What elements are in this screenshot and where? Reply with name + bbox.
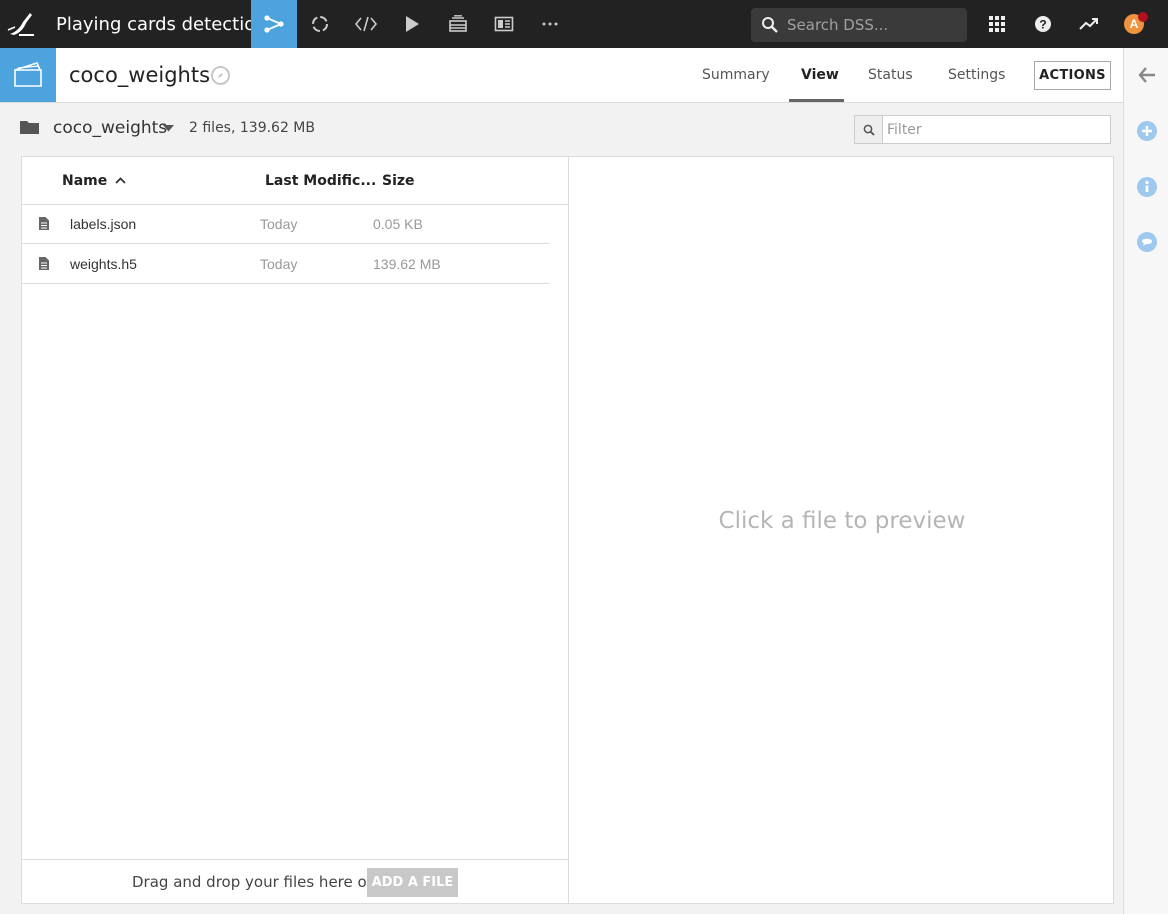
file-list-panel: Name Last Modific... Size labels.json To… bbox=[21, 156, 569, 904]
top-nav-bar: Playing cards detection Search DSS... ? … bbox=[0, 0, 1168, 48]
file-size: 0.05 KB bbox=[373, 216, 423, 232]
more-nav-button[interactable] bbox=[527, 0, 573, 48]
add-rail-button[interactable] bbox=[1136, 120, 1158, 142]
column-header-name[interactable]: Name bbox=[62, 173, 107, 189]
project-title[interactable]: Playing cards detection bbox=[56, 14, 267, 35]
more-icon bbox=[542, 22, 558, 26]
folder-object-icon bbox=[0, 48, 56, 102]
chat-circle-icon bbox=[1137, 232, 1157, 252]
file-preview-panel: Click a file to preview bbox=[568, 156, 1114, 904]
add-file-button[interactable]: ADD A FILE bbox=[367, 868, 458, 897]
table-row[interactable]: labels.json Today 0.05 KB bbox=[22, 204, 550, 244]
search-input[interactable] bbox=[787, 8, 963, 42]
recipes-nav-button[interactable] bbox=[297, 0, 343, 48]
file-size: 139.62 MB bbox=[373, 256, 441, 272]
stack-icon bbox=[449, 15, 467, 32]
help-button[interactable]: ? bbox=[1031, 12, 1055, 36]
file-modified: Today bbox=[260, 256, 298, 272]
file-name: weights.h5 bbox=[70, 256, 137, 272]
tab-summary[interactable]: Summary bbox=[702, 67, 770, 83]
table-row[interactable]: weights.h5 Today 139.62 MB bbox=[22, 244, 550, 284]
activity-button[interactable] bbox=[1077, 12, 1101, 36]
right-side-rail bbox=[1123, 48, 1168, 914]
folder-icon bbox=[20, 121, 39, 134]
discussions-rail-button[interactable] bbox=[1136, 231, 1158, 253]
file-filter bbox=[854, 115, 1111, 144]
code-nav-button[interactable] bbox=[343, 0, 389, 48]
filter-search-icon bbox=[855, 116, 883, 143]
dataiku-logo-icon[interactable] bbox=[6, 10, 38, 38]
trend-icon bbox=[1079, 18, 1098, 30]
tab-settings[interactable]: Settings bbox=[948, 67, 1005, 83]
file-name: labels.json bbox=[70, 216, 137, 232]
apps-grid-icon bbox=[989, 16, 1005, 32]
info-circle-icon bbox=[1137, 177, 1157, 197]
dashboard-icon bbox=[494, 16, 514, 32]
drop-zone-text: Drag and drop your files here or bbox=[132, 873, 373, 891]
compass-icon bbox=[211, 66, 230, 85]
file-drop-zone[interactable]: Drag and drop your files here or ADD A F… bbox=[22, 859, 568, 903]
active-tab-indicator bbox=[789, 99, 844, 102]
recycle-icon bbox=[312, 16, 328, 32]
flow-nav-button[interactable] bbox=[251, 0, 297, 48]
search-icon bbox=[762, 17, 778, 33]
folder-name-dropdown[interactable]: coco_weights bbox=[53, 118, 167, 138]
apps-button[interactable] bbox=[985, 12, 1009, 36]
global-search bbox=[751, 8, 967, 42]
caret-down-icon[interactable] bbox=[163, 125, 174, 132]
collapse-rail-button[interactable] bbox=[1136, 64, 1158, 86]
column-header-size[interactable]: Size bbox=[382, 173, 415, 189]
flow-icon bbox=[264, 15, 284, 33]
sort-ascending-icon[interactable] bbox=[115, 177, 126, 184]
filter-input[interactable] bbox=[887, 116, 1107, 143]
jobs-nav-button[interactable] bbox=[435, 0, 481, 48]
preview-placeholder: Click a file to preview bbox=[718, 508, 966, 534]
column-header-last-modified[interactable]: Last Modific... bbox=[265, 173, 376, 189]
notification-dot bbox=[1138, 12, 1148, 22]
plus-circle-icon bbox=[1137, 121, 1157, 141]
run-nav-button[interactable] bbox=[389, 0, 435, 48]
file-modified: Today bbox=[260, 216, 298, 232]
svg-text:?: ? bbox=[1039, 18, 1046, 32]
dashboard-nav-button[interactable] bbox=[481, 0, 527, 48]
file-icon bbox=[39, 217, 49, 230]
object-status-badge[interactable] bbox=[210, 65, 231, 91]
code-icon bbox=[354, 16, 378, 32]
help-icon: ? bbox=[1035, 16, 1051, 32]
info-rail-button[interactable] bbox=[1136, 176, 1158, 198]
folder-summary: 2 files, 139.62 MB bbox=[189, 120, 315, 136]
object-header: coco_weights Summary View Status Setting… bbox=[0, 48, 1123, 103]
object-title: coco_weights bbox=[69, 63, 211, 87]
file-icon bbox=[39, 257, 49, 270]
tab-status[interactable]: Status bbox=[868, 67, 913, 83]
actions-button[interactable]: ACTIONS bbox=[1034, 61, 1111, 90]
tab-view[interactable]: View bbox=[801, 67, 839, 83]
play-icon bbox=[406, 16, 419, 32]
back-arrow-icon bbox=[1138, 67, 1155, 83]
